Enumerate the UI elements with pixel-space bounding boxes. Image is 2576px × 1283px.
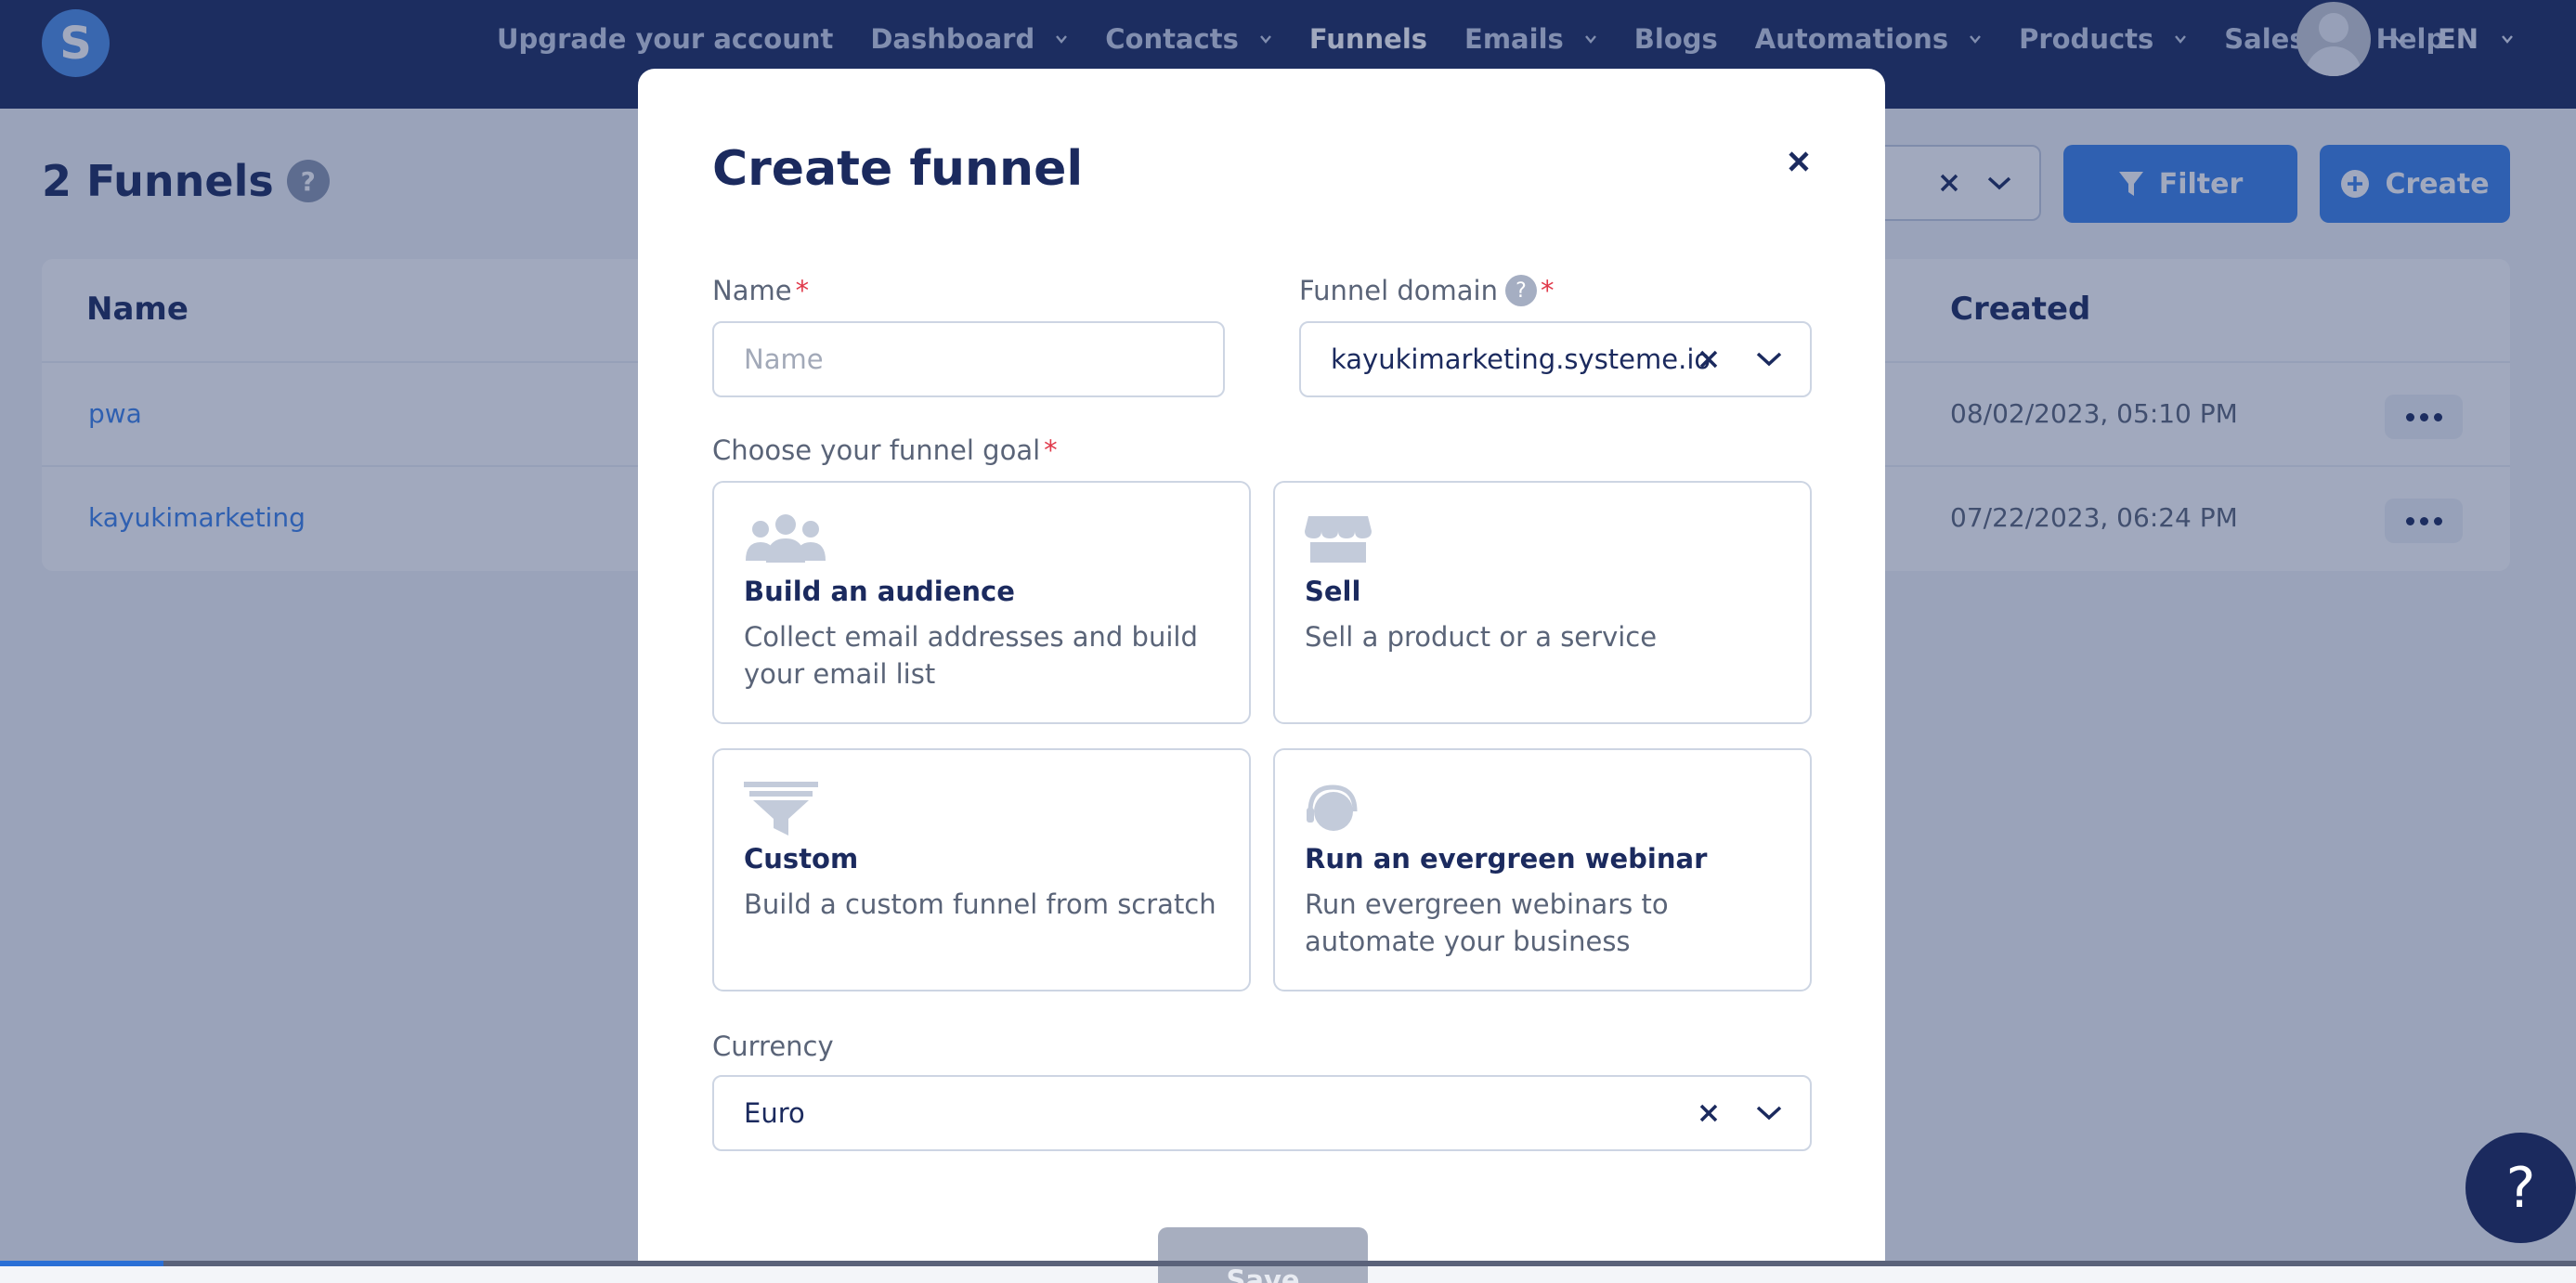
funnel-goal-label-text: Choose your funnel goal [712,434,1041,466]
create-funnel-modal: Create funnel Name* Funnel domain ?* kay… [638,69,1885,1283]
goal-card-sell[interactable]: Sell Sell a product or a service [1273,481,1812,724]
goal-description: Run evergreen webinars to automate your … [1305,888,1669,957]
goal-card-custom[interactable]: Custom Build a custom funnel from scratc… [712,748,1251,991]
help-icon[interactable]: ? [1504,275,1537,306]
store-icon [1305,516,1372,563]
goal-description: Collect email addresses and build your e… [744,621,1198,690]
required-mark: * [1540,275,1555,306]
goal-title: Custom [744,843,859,875]
bottom-strip [0,1261,2576,1266]
goal-card-evergreen-webinar[interactable]: Run an evergreen webinar Run evergreen w… [1273,748,1812,991]
name-input[interactable] [712,321,1225,397]
headset-icon [1307,784,1358,831]
funnel-domain-value: kayukimarketing.systeme.io [1331,343,1711,375]
goal-title: Run an evergreen webinar [1305,843,1708,875]
save-button[interactable]: Save [1158,1227,1368,1283]
goal-title: Build an audience [744,576,1015,607]
goal-title: Sell [1305,576,1361,607]
goal-card-build-audience[interactable]: Build an audience Collect email addresse… [712,481,1251,724]
save-button-label: Save [1226,1264,1300,1283]
goal-description: Sell a product or a service [1305,621,1658,653]
funnel-domain-select[interactable]: kayukimarketing.systeme.io [1299,321,1812,397]
modal-title: Create funnel [712,141,1084,197]
funnel-domain-label-text: Funnel domain [1299,275,1498,306]
funnel-goal-label: Choose your funnel goal * [712,434,1058,466]
chevron-down-icon[interactable] [1756,351,1782,368]
name-label-text: Name [712,275,792,306]
audience-icon [746,514,826,563]
currency-select[interactable]: Euro [712,1075,1812,1151]
currency-label: Currency [712,1030,834,1062]
goal-description: Build a custom funnel from scratch [744,888,1216,920]
close-icon[interactable] [1780,143,1817,180]
help-chat-button[interactable]: ? [2465,1133,2576,1243]
funnel-domain-label: Funnel domain ? * [1299,275,1554,306]
required-mark: * [1044,434,1058,466]
name-label: Name * [712,275,809,306]
chevron-down-icon[interactable] [1756,1105,1782,1121]
clear-icon[interactable] [1698,1103,1719,1123]
funnel-icon [744,782,818,836]
clear-icon[interactable] [1698,349,1719,369]
required-mark: * [795,275,810,306]
currency-value: Euro [744,1097,805,1129]
